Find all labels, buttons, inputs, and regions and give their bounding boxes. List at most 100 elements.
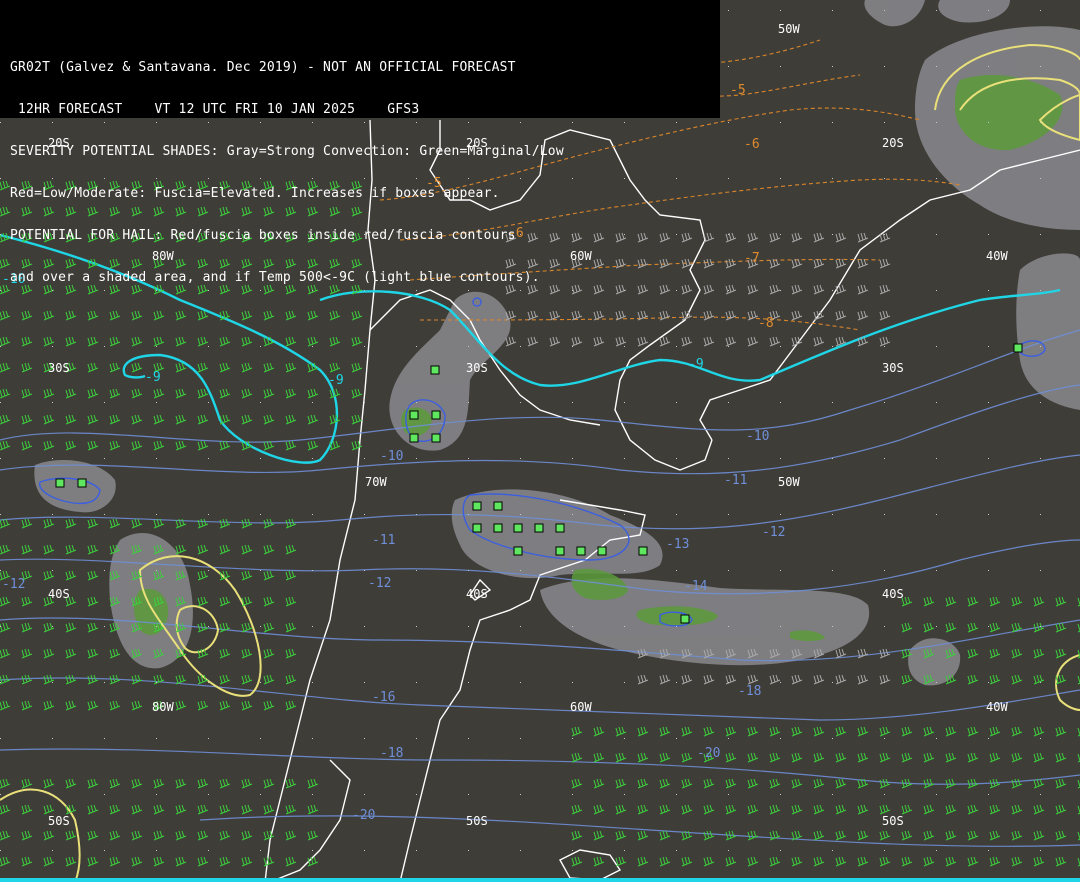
grid-dot — [884, 682, 885, 683]
grid-dot — [1040, 290, 1041, 291]
grid-dot — [624, 626, 625, 627]
grid-dot — [884, 850, 885, 851]
grid-dot — [312, 850, 313, 851]
grid-dot — [884, 66, 885, 67]
grid-dot — [780, 346, 781, 347]
grid-dot — [988, 850, 989, 851]
grid-dot — [832, 738, 833, 739]
grid-dot — [936, 458, 937, 459]
thickness-label: -8 — [758, 316, 774, 331]
grid-dot — [312, 738, 313, 739]
grid-dot — [572, 682, 573, 683]
temp-label: -11 — [372, 533, 395, 548]
lat-label: 30S — [48, 361, 70, 375]
grid-dot — [988, 738, 989, 739]
grid-dot — [936, 290, 937, 291]
lon-label: 50W — [778, 22, 800, 36]
grid-dot — [260, 514, 261, 515]
grid-dot — [104, 346, 105, 347]
grid-dot — [52, 458, 53, 459]
grid-dot — [520, 346, 521, 347]
thickness-label: -7 — [744, 251, 760, 266]
lon-label: 50W — [778, 475, 800, 489]
grid-dot — [884, 234, 885, 235]
grid-dot — [208, 794, 209, 795]
grid-dot — [728, 346, 729, 347]
grid-dot — [52, 850, 53, 851]
grid-dot — [832, 682, 833, 683]
grid-dot — [468, 626, 469, 627]
hail-box — [680, 614, 690, 624]
grid-dot — [312, 682, 313, 683]
thickness-label: -6 — [744, 137, 760, 152]
grid-dot — [416, 738, 417, 739]
temp-label: -12 — [762, 525, 785, 540]
grid-dot — [416, 402, 417, 403]
grid-dot — [156, 682, 157, 683]
grid-dot — [936, 626, 937, 627]
grid-dot — [884, 794, 885, 795]
grid-dot — [780, 66, 781, 67]
grid-dot — [52, 402, 53, 403]
grid-dot — [0, 514, 1, 515]
grid-dot — [728, 290, 729, 291]
grid-dot — [52, 794, 53, 795]
grid-dot — [260, 346, 261, 347]
grid-dot — [988, 570, 989, 571]
lat-label: 50S — [48, 814, 70, 828]
grid-dot — [0, 738, 1, 739]
grid-dot — [52, 626, 53, 627]
grid-dot — [728, 178, 729, 179]
grid-dot — [52, 738, 53, 739]
grid-dot — [0, 402, 1, 403]
lat-label: 20S — [882, 136, 904, 150]
hail-box — [534, 523, 544, 533]
grid-dot — [624, 458, 625, 459]
lon-label: 70W — [365, 475, 387, 489]
grid-dot — [884, 738, 885, 739]
grid-dot — [520, 626, 521, 627]
grid-dot — [624, 514, 625, 515]
grid-dot — [260, 570, 261, 571]
grid-dot — [676, 738, 677, 739]
header-line: 12HR FORECAST VT 12 UTC FRI 10 JAN 2025 … — [10, 103, 420, 117]
grid-dot — [728, 122, 729, 123]
grid-dot — [156, 514, 157, 515]
temp-label: -18 — [380, 746, 403, 761]
lon-label: 40W — [986, 249, 1008, 263]
grid-dot — [468, 346, 469, 347]
grid-dot — [104, 738, 105, 739]
grid-dot — [208, 850, 209, 851]
grid-dot — [1040, 794, 1041, 795]
grid-dot — [832, 458, 833, 459]
grid-dot — [884, 570, 885, 571]
grid-dot — [572, 850, 573, 851]
grid-dot — [312, 402, 313, 403]
grid-dot — [520, 458, 521, 459]
grid-dot — [728, 738, 729, 739]
grid-dot — [832, 122, 833, 123]
grid-dot — [572, 346, 573, 347]
grid-dot — [936, 122, 937, 123]
grid-dot — [728, 458, 729, 459]
hail-box — [638, 546, 648, 556]
grid-dot — [468, 682, 469, 683]
header-line: and over a shaded area, and if Temp 500<… — [10, 271, 540, 285]
grid-dot — [832, 178, 833, 179]
grid-dot — [520, 794, 521, 795]
grid-dot — [884, 458, 885, 459]
grid-dot — [936, 66, 937, 67]
grid-dot — [52, 682, 53, 683]
grid-dot — [832, 66, 833, 67]
grid-dot — [312, 570, 313, 571]
grid-dot — [832, 346, 833, 347]
grid-dot — [0, 794, 1, 795]
grid-dot — [936, 10, 937, 11]
grid-dot — [156, 850, 157, 851]
grid-dot — [936, 738, 937, 739]
grid-dot — [572, 738, 573, 739]
grid-dot — [416, 626, 417, 627]
grid-dot — [468, 402, 469, 403]
grid-dot — [676, 850, 677, 851]
temp-label: -20 — [697, 746, 720, 761]
